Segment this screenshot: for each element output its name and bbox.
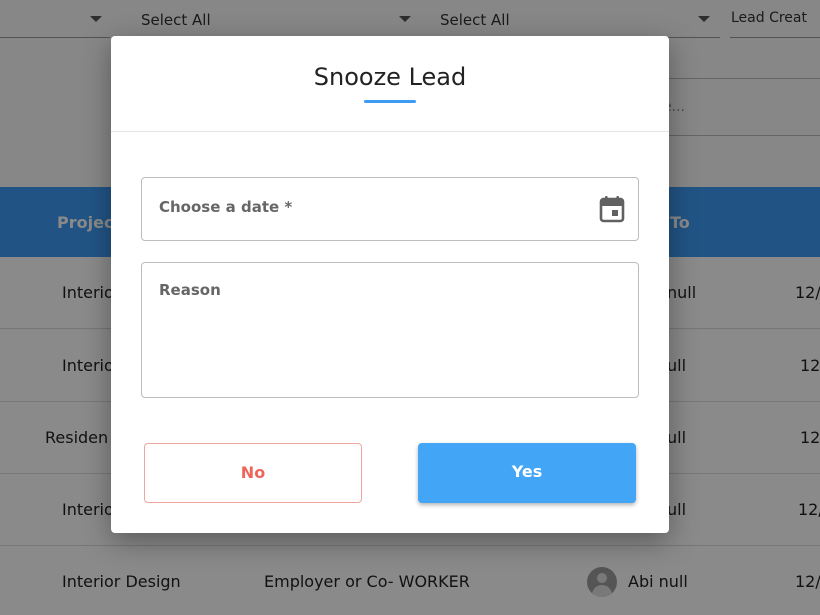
date-field-label: Choose a date * [159,198,293,216]
title-underline [364,100,416,103]
reason-field-label: Reason [159,281,221,299]
snooze-date-field[interactable]: Choose a date * [141,177,639,241]
reason-textarea[interactable]: Reason [141,262,639,398]
dialog-title: Snooze Lead [313,63,467,91]
no-button[interactable]: No [144,443,362,503]
snooze-lead-dialog: Snooze Lead Choose a date * Reason No Ye… [111,36,669,533]
dialog-divider [111,131,669,132]
calendar-icon[interactable] [599,195,625,223]
yes-button[interactable]: Yes [418,443,636,503]
